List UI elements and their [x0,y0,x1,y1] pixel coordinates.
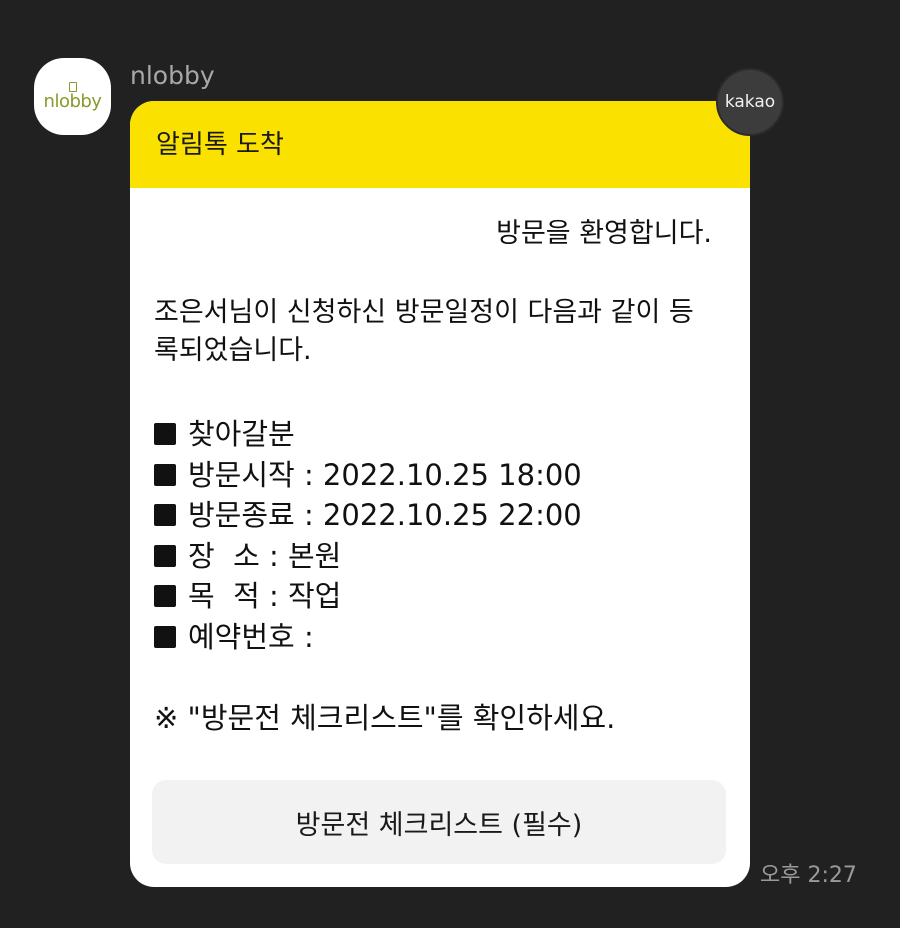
visit-details: 찾아갈분 방문시작 : 2022.10.25 18:00 방문종료 : 2022… [154,414,728,657]
bullet-square-icon [154,625,176,648]
sender-name: nlobby [130,61,215,90]
detail-row-start: 방문시작 : 2022.10.25 18:00 [154,455,728,496]
message-body: 방문을 환영합니다. 조은서님이 신청하신 방문일정이 다음과 같이 등록되었습… [130,188,750,737]
intro-text: 조은서님이 신청하신 방문일정이 다음과 같이 등록되었습니다. [154,297,694,366]
avatar-logo-text: nlobby [43,91,102,112]
detail-text: 예약번호 : [188,619,314,654]
message-header-title: 알림톡 도착 [156,129,284,160]
detail-text: 방문시작 : 2022.10.25 18:00 [188,457,582,492]
detail-text: 장 소 : 본원 [188,538,342,573]
detail-text: 방문종료 : 2022.10.25 22:00 [188,498,582,532]
bullet-square-icon [154,585,176,608]
bullet-square-icon [154,423,176,446]
welcome-text: 방문을 환영합니다. [496,218,712,249]
message-bubble: 알림톡 도착 방문을 환영합니다. 조은서님이 신청하신 방문일정이 다음과 같… [130,101,750,887]
chat-screen: nlobby nlobby 알림톡 도착 방문을 환영합니다. 조은서님이 신청… [0,0,900,928]
detail-text: 목 적 : 작업 [188,579,342,613]
checklist-button[interactable]: 방문전 체크리스트 (필수) [152,780,726,864]
bullet-square-icon [154,544,176,567]
sender-avatar[interactable]: nlobby [34,58,111,135]
message-timestamp: 오후 2:27 [760,863,857,888]
bullet-square-icon [154,504,176,527]
notice-text: ※ "방문전 체크리스트"를 확인하세요. [154,701,616,735]
detail-row-visitor: 찾아갈분 [154,414,728,455]
message-header: 알림톡 도착 [130,101,750,188]
bullet-square-icon [154,463,176,486]
detail-row-reservation: 예약번호 : [154,617,728,658]
detail-row-end: 방문종료 : 2022.10.25 22:00 [154,495,728,536]
detail-text: 찾아갈분 [188,417,295,451]
detail-row-purpose: 목 적 : 작업 [154,576,728,617]
kakao-badge: kakao [716,68,784,136]
detail-row-place: 장 소 : 본원 [154,536,728,577]
